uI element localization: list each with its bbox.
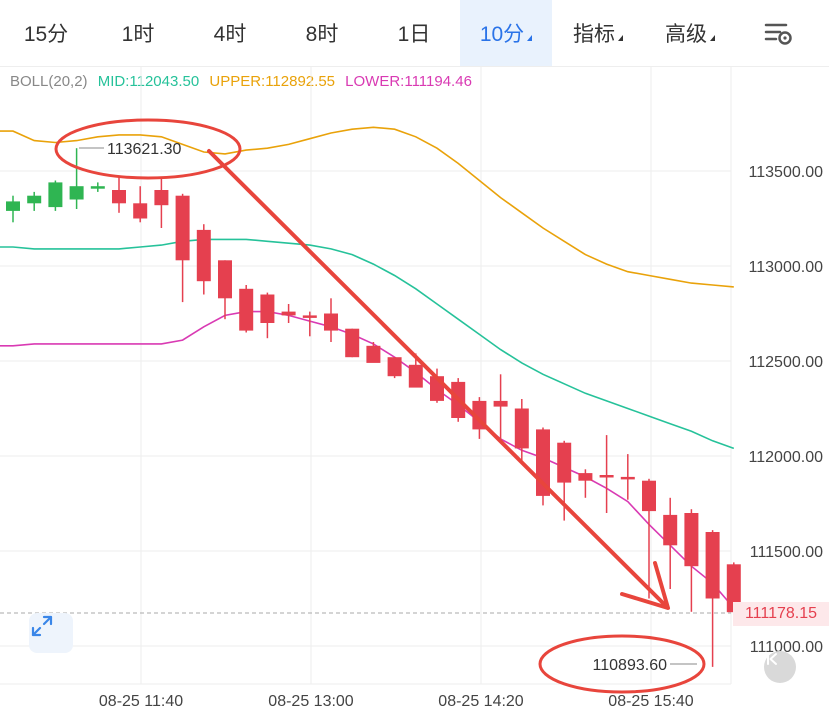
candle-body <box>260 294 275 323</box>
current-price-value: 111178.15 <box>744 605 818 622</box>
candle-body <box>366 345 381 363</box>
candle-body <box>133 203 148 219</box>
low-price-label: 110893.60 <box>593 657 668 674</box>
candle-body <box>578 473 593 481</box>
y-tick-label: 113500.00 <box>749 164 824 181</box>
candle-body <box>218 260 232 299</box>
candle-body <box>154 190 169 206</box>
candle-body <box>493 400 508 407</box>
candle-body <box>281 311 296 316</box>
x-tick-label: 08-25 14:20 <box>438 693 524 710</box>
candle-body <box>90 186 105 189</box>
candle-body <box>69 186 84 200</box>
high-price-label: 113621.30 <box>107 141 182 158</box>
candle-body <box>705 532 720 599</box>
candle-body <box>196 229 211 282</box>
candle-body <box>324 313 338 331</box>
candle-body <box>387 357 402 377</box>
candle-body <box>345 328 360 358</box>
y-tick-label: 111500.00 <box>750 544 823 561</box>
candle-body <box>684 513 699 567</box>
candle-body <box>175 195 190 261</box>
downtrend-arrow-shaft <box>207 149 666 606</box>
candle-body <box>557 442 572 483</box>
x-tick-label: 08-25 11:40 <box>99 693 183 710</box>
y-tick-label: 112000.00 <box>749 449 824 466</box>
candle-body <box>514 408 529 449</box>
fullscreen-button[interactable] <box>29 613 73 653</box>
candle-body <box>599 475 614 478</box>
current-price-label: 111178.15 <box>733 602 829 626</box>
x-tick-label: 08-25 13:00 <box>268 693 354 710</box>
candle-body <box>620 476 635 480</box>
candle-body <box>6 201 20 211</box>
x-tick-label: 08-25 15:40 <box>608 693 694 710</box>
candle-body <box>27 195 42 204</box>
scroll-to-latest-button[interactable] <box>764 651 796 683</box>
y-tick-label: 113000.00 <box>749 259 824 276</box>
candlestick-chart[interactable]: 113500.00 113000.00 112500.00 112000.00 1115… <box>0 0 829 725</box>
candle-body <box>408 364 423 388</box>
expand-icon <box>31 615 53 637</box>
candle-body <box>642 480 656 512</box>
skip-to-end-icon <box>767 653 777 665</box>
y-tick-label: 112500.00 <box>749 354 824 371</box>
candle-body <box>663 514 678 546</box>
candle-body <box>302 315 317 318</box>
candle-body <box>112 190 126 204</box>
candle-body <box>239 288 254 331</box>
candle-body <box>48 182 63 208</box>
